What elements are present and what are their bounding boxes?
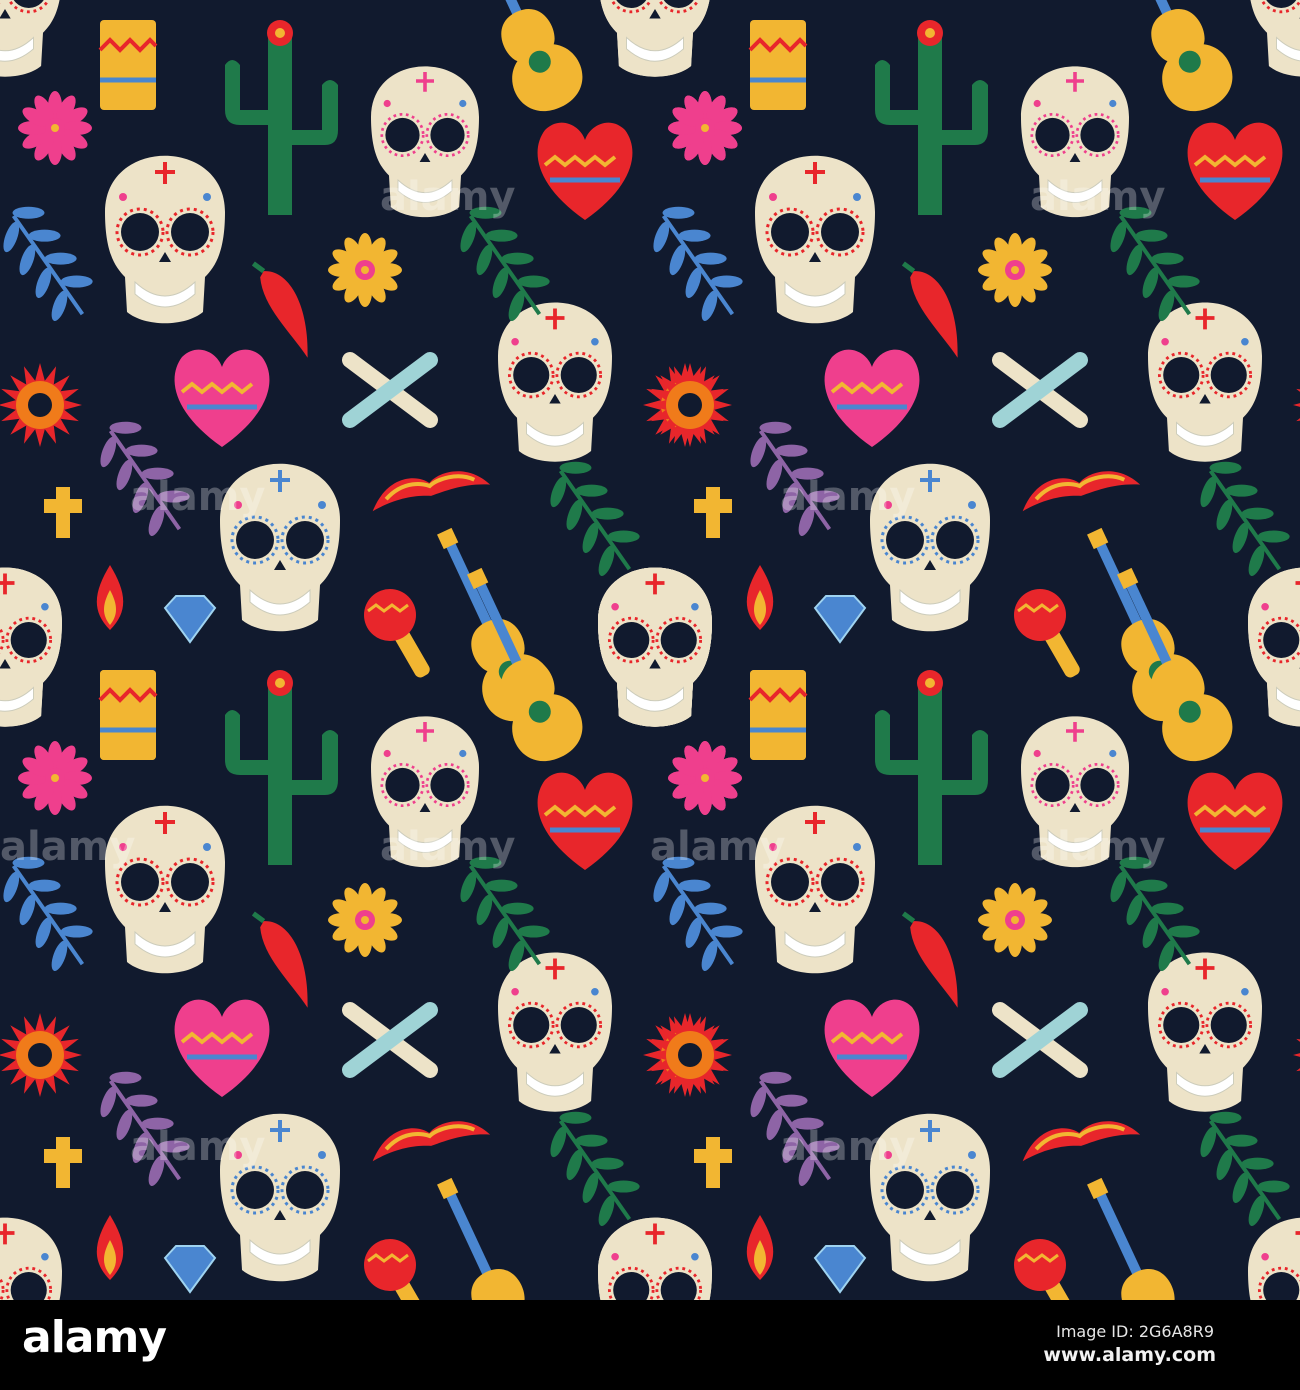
sun-flower-motif [648,363,732,447]
candle-motif [98,20,158,110]
alamy-logo: alamy [22,1312,167,1363]
website-link: www.alamy.com [1043,1344,1216,1366]
candle-motif [748,20,808,110]
watermark: alamy [650,824,785,870]
watermark: alamy [380,174,515,220]
candle-motif [748,670,808,760]
watermark: alamy [780,1124,915,1170]
image-id: Image ID: 2G6A8R9 [1056,1322,1214,1341]
watermark: alamy [1030,174,1165,220]
watermark: alamy [380,824,515,870]
day-of-the-dead-pattern: alamy alamy alamy alamy alamy alamy alamy alamy… [0,0,1300,1300]
sun-flower-motif [648,1013,732,1097]
watermark: alamy [130,1124,265,1170]
stock-footer: alamy Image ID: 2G6A8R9 www.alamy.com [0,1300,1300,1390]
watermark: alamy [1030,824,1165,870]
watermark: alamy [130,474,265,520]
watermark: alamy [780,474,915,520]
candle-motif [98,670,158,760]
watermark: alamy [0,824,135,870]
